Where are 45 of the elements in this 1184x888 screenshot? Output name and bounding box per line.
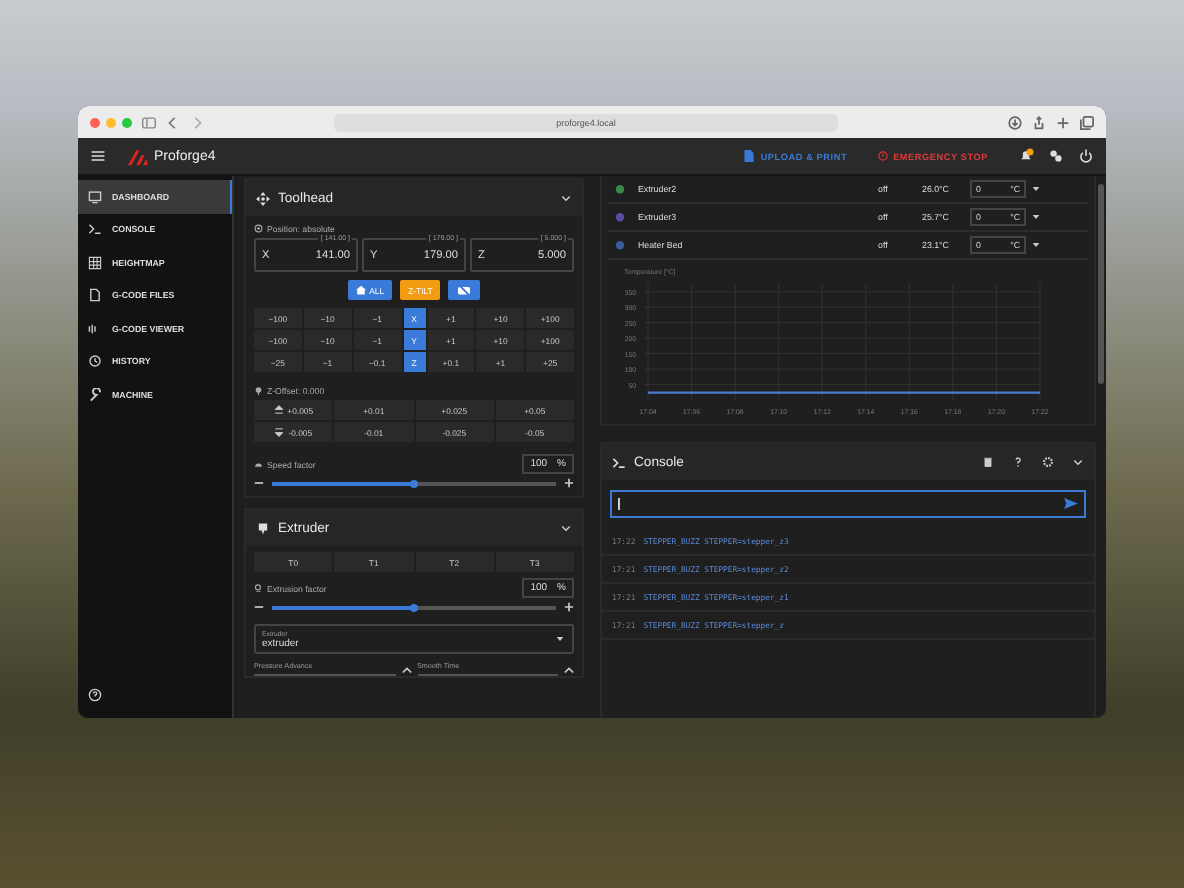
help-icon[interactable]: [88, 688, 102, 702]
grid-icon: [88, 255, 102, 270]
chevron-up-icon[interactable]: [564, 665, 574, 673]
stop-icon: [877, 150, 888, 162]
move-arrows-icon: [256, 191, 270, 205]
collapse-chevron-icon[interactable]: [1072, 456, 1084, 468]
share-icon[interactable]: [1032, 115, 1046, 129]
send-icon[interactable]: [1064, 498, 1078, 510]
help-icon[interactable]: [1012, 456, 1024, 468]
bell-icon[interactable]: [1018, 148, 1034, 164]
collapse-chevron-icon[interactable]: [560, 192, 572, 204]
caret-icon[interactable]: [1032, 186, 1040, 192]
download-icon[interactable]: [1008, 115, 1022, 129]
terminal-icon: [88, 222, 102, 237]
monitor-icon: [88, 189, 102, 204]
home-icon: [355, 284, 366, 296]
minus-icon[interactable]: [254, 602, 264, 612]
plus-icon[interactable]: [1056, 115, 1070, 129]
power-icon[interactable]: [1078, 148, 1094, 164]
motors-off-button[interactable]: [448, 280, 481, 300]
back-icon[interactable]: [166, 115, 180, 129]
z-offset-icon: [254, 386, 263, 396]
sidebar-toggle-icon[interactable]: [142, 115, 156, 129]
trash-icon[interactable]: [982, 456, 994, 468]
tabs-icon[interactable]: [1080, 115, 1094, 129]
lower-icon: [274, 426, 285, 438]
motor-off-icon: [456, 284, 473, 296]
caret-icon: [556, 636, 564, 642]
file-icon: [88, 288, 102, 303]
close-window-icon[interactable]: [90, 117, 100, 127]
caret-icon[interactable]: [1032, 214, 1040, 220]
history-icon: [88, 354, 102, 369]
terminal-icon: [612, 455, 626, 469]
collapse-chevron-icon[interactable]: [560, 522, 572, 534]
minus-icon[interactable]: [254, 478, 264, 488]
extruder-icon: [256, 521, 270, 535]
raise-icon: [273, 404, 284, 416]
menu-icon[interactable]: [90, 148, 106, 164]
command-input-field[interactable]: [610, 490, 1086, 518]
caret-icon[interactable]: [1032, 242, 1040, 248]
scrollbar[interactable]: [1098, 184, 1104, 384]
file-icon: [744, 150, 755, 162]
crosshair-icon: [254, 224, 263, 234]
chevron-up-icon[interactable]: [401, 665, 411, 673]
logo-icon: [128, 147, 148, 165]
